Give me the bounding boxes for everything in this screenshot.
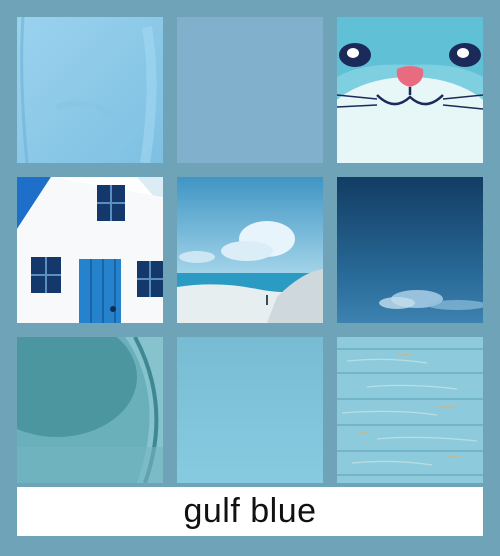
swatch-cartoon-cat bbox=[337, 17, 483, 163]
white-cottage-blue-door-icon bbox=[17, 177, 163, 323]
swatch-light-teal bbox=[177, 337, 323, 483]
painted-blue-wood-icon bbox=[337, 337, 483, 483]
flat-blue-swatch-icon bbox=[177, 17, 323, 163]
swatch-flat-blue bbox=[177, 17, 323, 163]
light-teal-swatch-icon bbox=[177, 337, 323, 483]
palette-name: gulf blue bbox=[183, 492, 317, 530]
palette-caption: gulf blue bbox=[17, 487, 483, 536]
swatch-painted-wood bbox=[337, 337, 483, 483]
deep-blue-sky-clouds-icon bbox=[337, 177, 483, 323]
swatch-teal-mug bbox=[17, 337, 163, 483]
teal-mug-closeup-icon bbox=[17, 337, 163, 483]
cartoon-cat-face-icon bbox=[337, 17, 483, 163]
swatch-blue-shirt bbox=[17, 17, 163, 163]
swatch-white-cottage bbox=[17, 177, 163, 323]
beach-seascape-icon bbox=[177, 177, 323, 323]
blue-shirt-fabric-icon bbox=[17, 17, 163, 163]
swatch-beach-seascape bbox=[177, 177, 323, 323]
swatch-deep-blue-sky bbox=[337, 177, 483, 323]
